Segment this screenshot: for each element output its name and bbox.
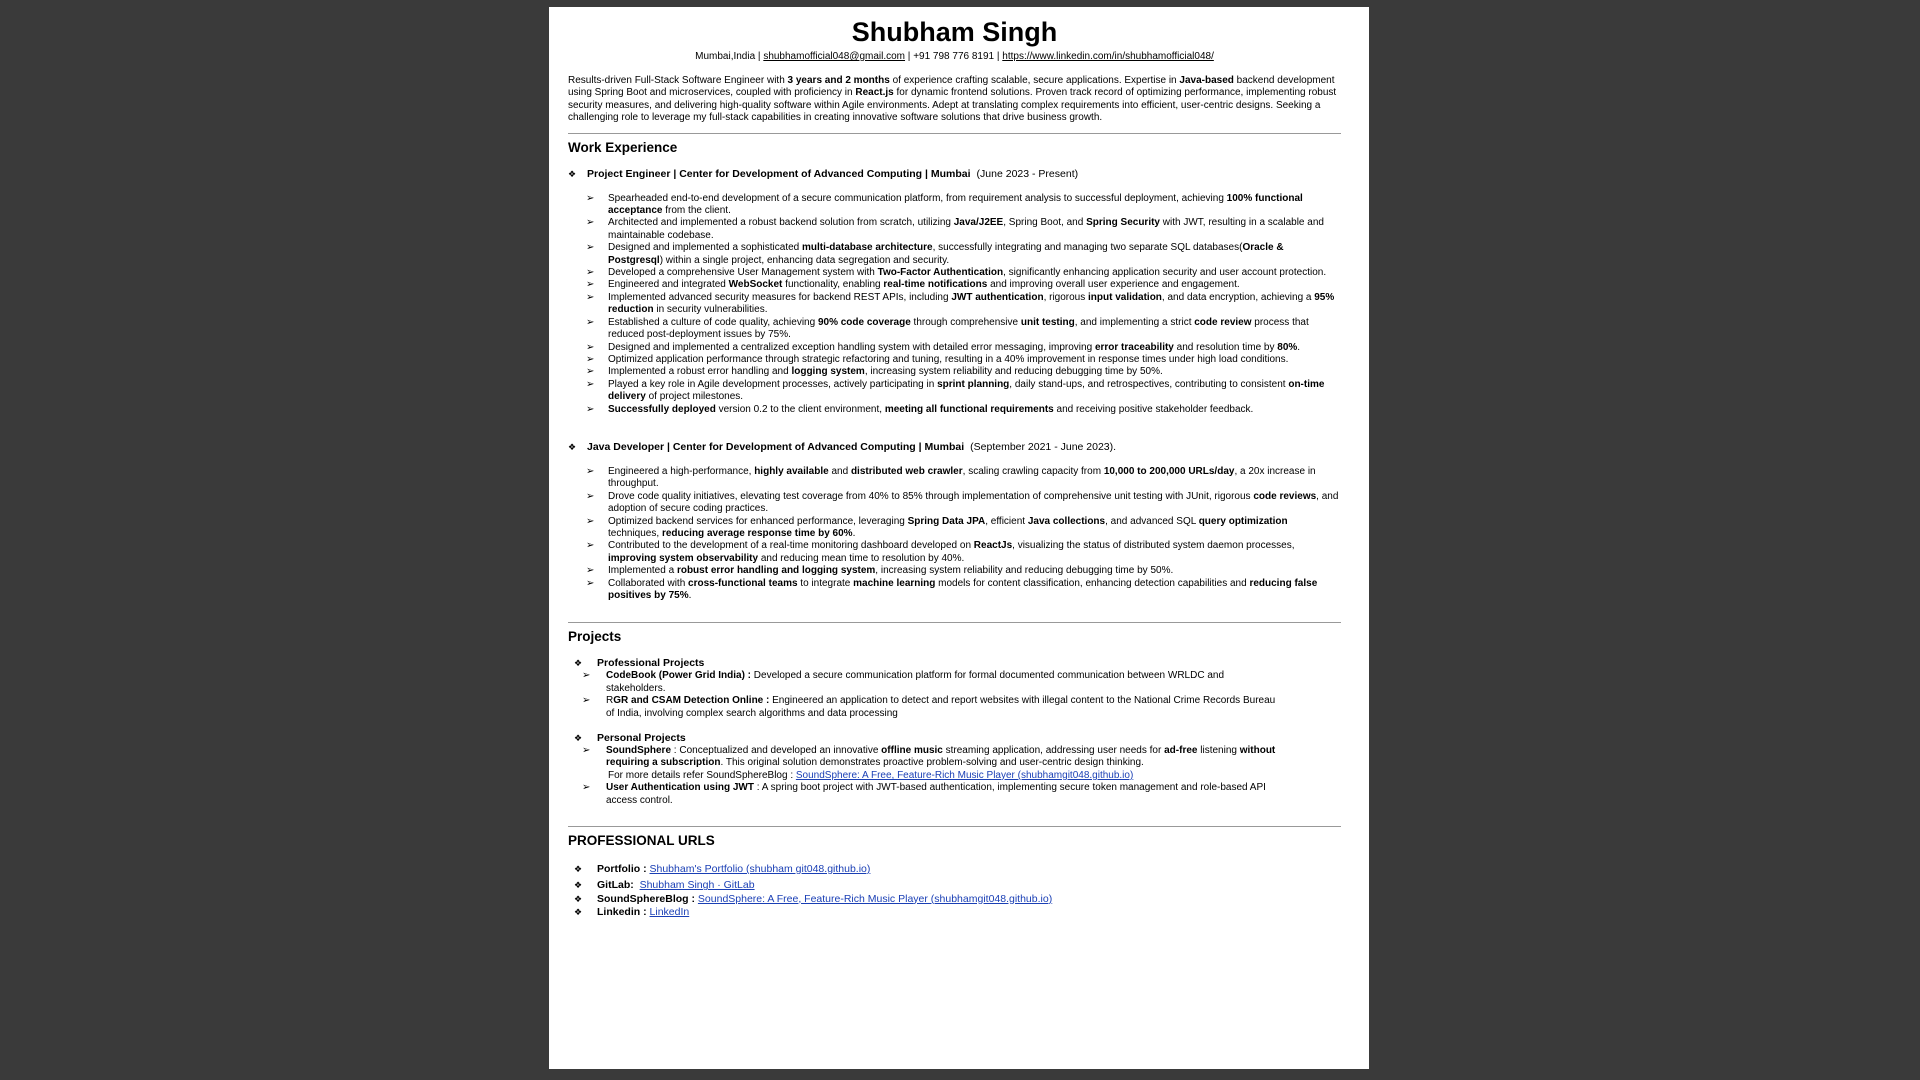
arrow-bullet-icon: ➢	[586, 540, 595, 552]
arrow-bullet-icon: ➢	[582, 695, 591, 707]
project-item: ➢ User Authentication using JWT : A sprin…	[582, 782, 1266, 806]
arrow-bullet-icon: ➢	[586, 577, 595, 589]
arrow-bullet-icon: ➢	[586, 217, 595, 229]
urls-list: ❖ Portfolio : Shubham's Portfolio (shubh…	[568, 863, 1341, 919]
diamond-bullet-icon: ❖	[568, 441, 577, 452]
portfolio-link[interactable]: Shubham's Portfolio (shubham git048.gith…	[650, 863, 871, 876]
arrow-bullet-icon: ➢	[582, 745, 591, 757]
arrow-bullet-icon: ➢	[586, 565, 595, 577]
arrow-bullet-icon: ➢	[586, 316, 595, 328]
diamond-bullet-icon: ❖	[568, 168, 577, 179]
diamond-bullet-icon: ❖	[574, 893, 583, 904]
job-bullets: ➢ Spearheaded end-to-end development of a…	[568, 193, 1341, 416]
bullet-item: ➢ Designed and implemented a centralized …	[586, 341, 1301, 353]
bullet-item: ➢ Implemented a robust error handling and…	[586, 366, 1163, 378]
bullet-item: ➢ Successfully deployed version 0.2 to th…	[586, 403, 1254, 415]
phone: +91 798 776 8191	[913, 51, 995, 62]
location: Mumbai,India	[695, 51, 756, 62]
bullet-item: ➢ Spearheaded end-to-end development of a…	[586, 192, 1303, 217]
subsection-personal: ❖ Personal Projects	[568, 732, 1341, 745]
summary-paragraph: Results-driven Full-Stack Software Engin…	[568, 75, 1337, 124]
arrow-bullet-icon: ➢	[586, 341, 595, 353]
arrow-bullet-icon: ➢	[586, 192, 595, 204]
bullet-item: ➢ Collaborated with cross-functional team…	[586, 577, 1318, 601]
arrow-bullet-icon: ➢	[586, 378, 595, 390]
gitlab-link[interactable]: Shubham Singh · GitLab	[640, 879, 755, 892]
bullet-item: ➢ Implemented advanced security measures …	[586, 291, 1335, 316]
arrow-bullet-icon: ➢	[586, 242, 595, 254]
personal-projects-list: ➢ SoundSphere : Conceptualized and develo…	[568, 745, 1282, 807]
arrow-bullet-icon: ➢	[586, 291, 595, 303]
arrow-bullet-icon: ➢	[586, 366, 595, 378]
bullet-item: ➢ Designed and implemented a sophisticate…	[586, 242, 1284, 266]
subsection-title: Professional Projects	[597, 657, 705, 670]
arrow-bullet-icon: ➢	[586, 465, 595, 477]
url-item-portfolio: ❖ Portfolio : Shubham's Portfolio (shubh…	[574, 863, 871, 876]
arrow-bullet-icon: ➢	[586, 490, 595, 502]
bullet-item: ➢ Architected and implemented a robust ba…	[586, 217, 1324, 241]
arrow-bullet-icon: ➢	[582, 670, 591, 682]
job-title: Java Developer | Center for Development …	[587, 440, 965, 453]
job-header: ❖ Project Engineer | Center for Developm…	[568, 168, 1341, 181]
url-item-blog: ❖ SoundSphereBlog : SoundSphere: A Free,…	[574, 892, 1053, 906]
resume-page: Shubham Singh Mumbai,India | shubhamoffi…	[549, 7, 1369, 1069]
diamond-bullet-icon: ❖	[574, 733, 583, 744]
bullet-item: ➢ Drove code quality initiatives, elevati…	[586, 490, 1339, 515]
diamond-bullet-icon: ❖	[574, 906, 583, 917]
project-item: ➢ CodeBook (Power Grid India) : Developed…	[582, 670, 1225, 694]
bullet-item: ➢ Played a key role in Agile development …	[586, 378, 1325, 403]
arrow-bullet-icon: ➢	[586, 279, 595, 291]
job-dates: (September 2021 - June 2023).	[970, 440, 1117, 453]
subsection-professional: ❖ Professional Projects	[568, 657, 1341, 670]
project-item: ➢ RGR and CSAM Detection Online : Enginee…	[582, 695, 1276, 719]
arrow-bullet-icon: ➢	[586, 403, 595, 415]
professional-projects-list: ➢ CodeBook (Power Grid India) : Developed…	[568, 670, 1282, 720]
bullet-item: ➢ Implemented a robust error handling and…	[586, 565, 1174, 577]
bullet-item: ➢ Contributed to the development of a rea…	[586, 540, 1295, 564]
email-link[interactable]: shubhamofficial048@gmail.com	[763, 51, 905, 62]
diamond-bullet-icon: ❖	[574, 658, 583, 669]
arrow-bullet-icon: ➢	[586, 267, 595, 279]
arrow-bullet-icon: ➢	[586, 515, 595, 527]
diamond-bullet-icon: ❖	[574, 880, 583, 891]
arrow-bullet-icon: ➢	[582, 782, 591, 794]
divider	[568, 132, 1341, 134]
divider	[568, 826, 1341, 828]
bullet-item: ➢ Optimized backend services for enhanced…	[586, 515, 1288, 539]
section-heading-urls: PROFESSIONAL URLS	[568, 833, 715, 849]
job-bullets: ➢ Engineered a high-performance, highly a…	[568, 466, 1341, 602]
job-dates: (June 2023 - Present)	[976, 167, 1079, 180]
linkedin-link[interactable]: https://www.linkedin.com/in/shubhamoffic…	[1002, 51, 1214, 62]
soundsphere-blog-url-link[interactable]: SoundSphere: A Free, Feature-Rich Music …	[698, 893, 1052, 906]
section-heading-work: Work Experience	[568, 139, 678, 155]
linkedin-profile-link[interactable]: LinkedIn	[650, 906, 690, 919]
arrow-bullet-icon: ➢	[586, 353, 595, 365]
diamond-bullet-icon: ❖	[574, 864, 583, 875]
section-heading-projects: Projects	[568, 629, 622, 645]
bullet-item: ➢ Developed a comprehensive User Manageme…	[586, 267, 1327, 279]
url-item-linkedin: ❖ Linkedin : LinkedIn	[574, 905, 690, 919]
soundsphere-blog-link[interactable]: SoundSphere: A Free, Feature-Rich Music …	[796, 770, 1133, 781]
candidate-name: Shubham Singh	[851, 17, 1058, 47]
project-item: ➢ SoundSphere : Conceptualized and develo…	[582, 745, 1276, 781]
job-header: ❖ Java Developer | Center for Developmen…	[568, 441, 1341, 454]
bullet-item: ➢ Optimized application performance throu…	[586, 353, 1289, 365]
bullet-item: ➢ Engineered and integrated WebSocket fun…	[586, 279, 1240, 291]
job-title: Project Engineer | Center for Developmen…	[587, 167, 971, 180]
bullet-item: ➢ Established a culture of code quality, …	[586, 316, 1309, 341]
subsection-title: Personal Projects	[597, 732, 686, 745]
contact-line: Mumbai,India | shubhamofficial048@gmail.…	[695, 51, 1214, 62]
url-item-gitlab: ❖ GitLab: Shubham Singh · GitLab	[574, 879, 755, 892]
bullet-item: ➢ Engineered a high-performance, highly a…	[586, 465, 1316, 490]
divider	[568, 622, 1341, 624]
